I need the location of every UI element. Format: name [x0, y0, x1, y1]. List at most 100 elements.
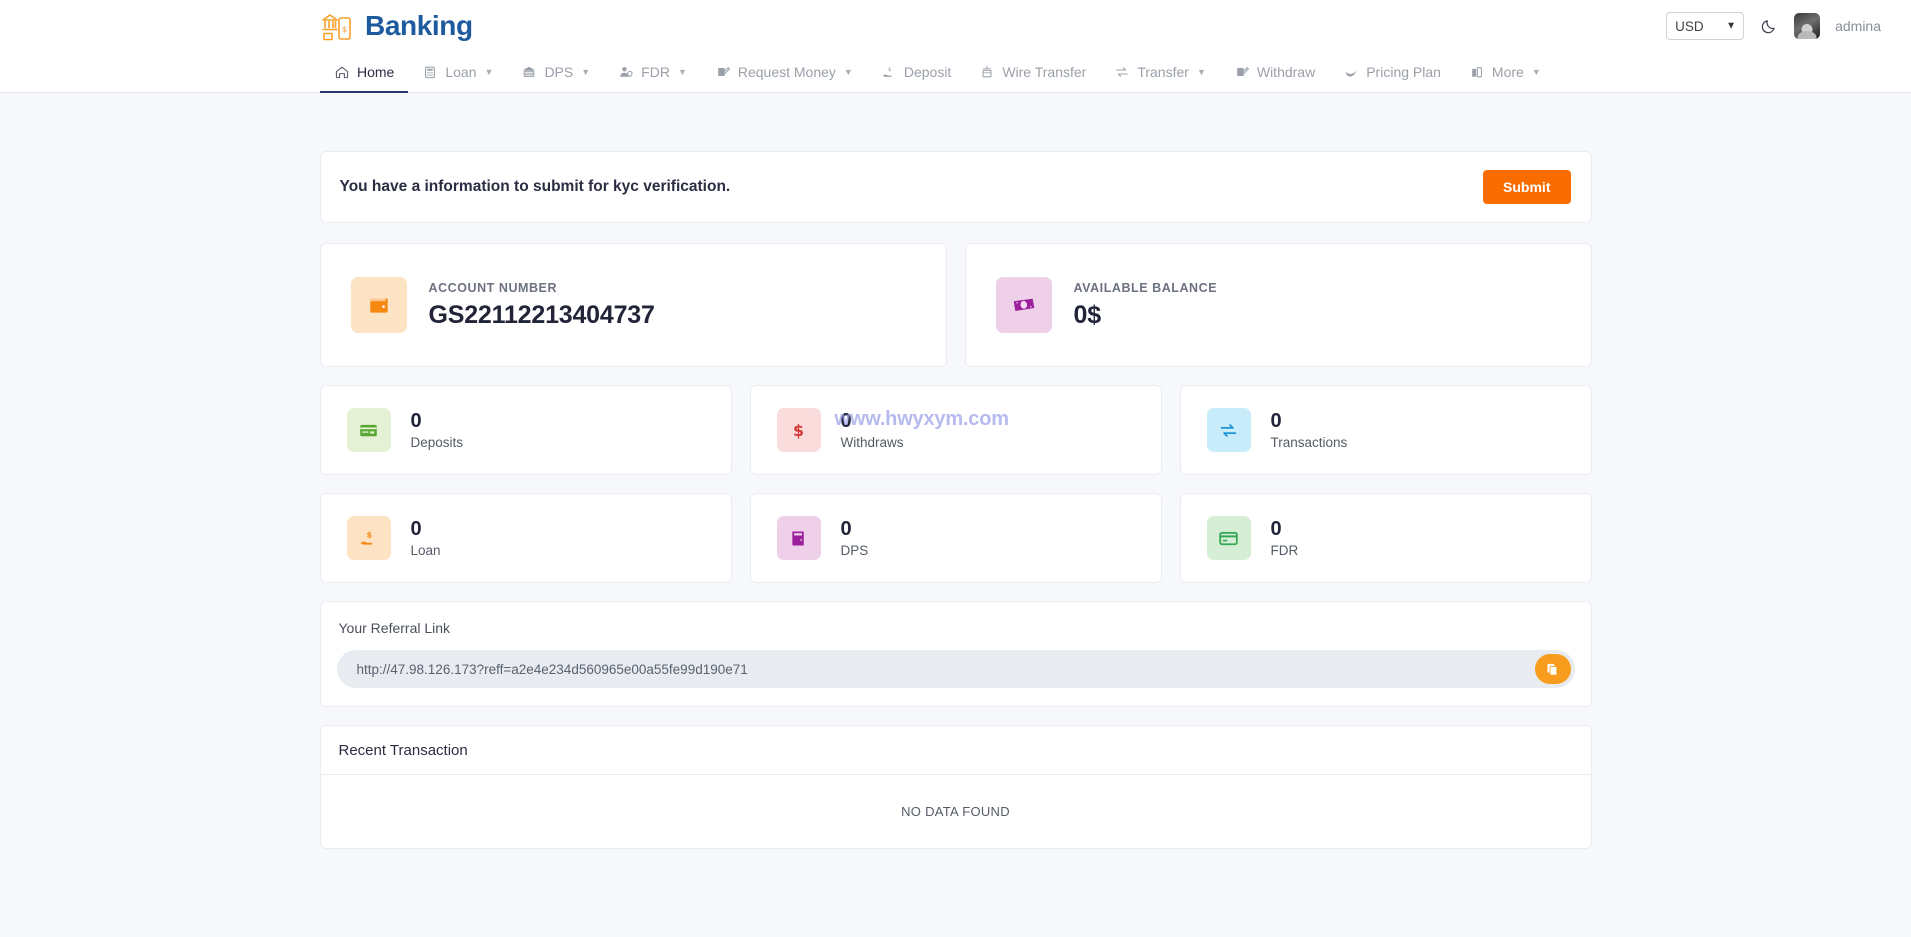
stat-value: 0: [1271, 519, 1299, 540]
available-balance-value: 0$: [1074, 301, 1218, 330]
request-money-icon: [715, 64, 731, 80]
header-right-controls: USD ▼ admina: [1666, 12, 1881, 40]
nav-item-deposit[interactable]: $ Deposit: [867, 52, 965, 92]
available-balance-card: AVAILABLE BALANCE 0$: [965, 243, 1592, 367]
nav-label: Request Money: [738, 64, 836, 80]
stat-value: 0: [411, 519, 441, 540]
nav-label: Deposit: [904, 64, 951, 80]
stats-row-two: $ 0 Loan 0: [320, 493, 1592, 583]
stat-text-group: 0 Deposits: [411, 411, 464, 450]
wallet-icon: [351, 277, 407, 333]
username-label: admina: [1835, 18, 1881, 34]
nav-item-dps[interactable]: DPS ▼: [507, 52, 604, 92]
account-number-label: ACCOUNT NUMBER: [429, 281, 655, 295]
stat-text-group: 0 FDR: [1271, 519, 1299, 558]
copy-icon: [1545, 662, 1560, 677]
kyc-notice-banner: You have a information to submit for kyc…: [320, 151, 1592, 223]
chevron-down-icon: ▼: [1532, 67, 1541, 77]
loan-calculator-icon: [422, 64, 438, 80]
nav-item-wire-transfer[interactable]: Wire Transfer: [965, 52, 1100, 92]
briefcase-icon: [1469, 64, 1485, 80]
credit-card-icon: [347, 408, 391, 452]
available-balance-label: AVAILABLE BALANCE: [1074, 281, 1218, 295]
kyc-message: You have a information to submit for kyc…: [340, 178, 731, 196]
brand-logo-area[interactable]: $ Banking: [320, 10, 473, 42]
nav-item-withdraw[interactable]: Withdraw: [1220, 52, 1329, 92]
kyc-submit-button[interactable]: Submit: [1483, 170, 1570, 204]
referral-title: Your Referral Link: [339, 620, 1575, 636]
book-bank-icon: [777, 516, 821, 560]
svg-text:$: $: [367, 530, 372, 539]
nav-label: DPS: [544, 64, 573, 80]
account-summary-row: ACCOUNT NUMBER GS22112213404737 AVAILABL…: [320, 243, 1592, 367]
stat-label: DPS: [841, 543, 869, 558]
currency-selector-wrap[interactable]: USD ▼: [1666, 12, 1744, 40]
nav-label: Transfer: [1137, 64, 1189, 80]
stat-label: FDR: [1271, 543, 1299, 558]
exchange-arrows-icon: [1207, 408, 1251, 452]
stat-text-group: 0 Transactions: [1271, 411, 1348, 450]
stat-value: 0: [841, 519, 869, 540]
copy-referral-button[interactable]: [1535, 654, 1571, 684]
stat-label: Loan: [411, 543, 441, 558]
home-icon: [334, 64, 350, 80]
main-content: You have a information to submit for kyc…: [0, 93, 1911, 849]
pricing-plan-icon: [1343, 64, 1359, 80]
nav-label: Home: [357, 64, 394, 80]
account-number-card: ACCOUNT NUMBER GS22112213404737: [320, 243, 947, 367]
recent-transaction-title: Recent Transaction: [321, 726, 1591, 775]
stat-label: Deposits: [411, 435, 464, 450]
recent-transaction-section: Recent Transaction NO DATA FOUND: [320, 725, 1592, 849]
wire-transfer-icon: [979, 64, 995, 80]
stat-value: 0: [411, 411, 464, 432]
referral-url-text: http://47.98.126.173?reff=a2e4e234d56096…: [357, 662, 748, 677]
stat-label: Transactions: [1271, 435, 1348, 450]
nav-item-fdr[interactable]: FDR ▼: [604, 52, 701, 92]
svg-text:$: $: [888, 67, 892, 73]
stat-card-fdr[interactable]: 0 FDR: [1180, 493, 1592, 583]
currency-select[interactable]: USD: [1666, 12, 1744, 40]
recent-transaction-empty-state: NO DATA FOUND: [321, 775, 1591, 848]
stat-text-group: 0 DPS: [841, 519, 869, 558]
brand-name: Banking: [365, 10, 473, 42]
stats-row-one: 0 Deposits $ 0 Withdraws www.hwyxym.com: [320, 385, 1592, 475]
chevron-down-icon: ▼: [678, 67, 687, 77]
bank-mobile-logo-icon: $: [320, 10, 356, 42]
stat-card-loan[interactable]: $ 0 Loan: [320, 493, 732, 583]
nav-item-transfer[interactable]: Transfer ▼: [1100, 52, 1220, 92]
stat-value: 0: [841, 411, 904, 432]
top-header-bar: $ Banking USD ▼ admina: [0, 0, 1911, 52]
stat-card-dps[interactable]: 0 DPS: [750, 493, 1162, 583]
hand-coin-icon: $: [881, 64, 897, 80]
stat-text-group: 0 Withdraws: [841, 411, 904, 450]
stat-card-transactions[interactable]: 0 Transactions: [1180, 385, 1592, 475]
nav-item-loan[interactable]: Loan ▼: [408, 52, 507, 92]
nav-item-request-money[interactable]: Request Money ▼: [701, 52, 867, 92]
stat-text-group: 0 Loan: [411, 519, 441, 558]
svg-text:$: $: [793, 421, 804, 440]
moon-icon[interactable]: [1759, 16, 1779, 36]
stat-card-withdraws[interactable]: $ 0 Withdraws www.hwyxym.com: [750, 385, 1162, 475]
money-note-icon: [996, 277, 1052, 333]
nav-label: Wire Transfer: [1002, 64, 1086, 80]
stat-value: 0: [1271, 411, 1348, 432]
avatar[interactable]: [1794, 13, 1820, 39]
user-shield-icon: [618, 64, 634, 80]
withdraw-icon: [1234, 64, 1250, 80]
main-navigation: Home Loan ▼ DPS ▼ FDR ▼: [0, 52, 1911, 93]
exchange-arrows-icon: [1114, 64, 1130, 80]
chevron-down-icon: ▼: [485, 67, 494, 77]
referral-link-field[interactable]: http://47.98.126.173?reff=a2e4e234d56096…: [337, 650, 1575, 688]
credit-card-icon: [1207, 516, 1251, 560]
nav-item-pricing-plan[interactable]: Pricing Plan: [1329, 52, 1455, 92]
nav-item-home[interactable]: Home: [320, 52, 408, 92]
chevron-down-icon: ▼: [844, 67, 853, 77]
chevron-down-icon: ▼: [1197, 67, 1206, 77]
nav-label: FDR: [641, 64, 670, 80]
nav-item-more[interactable]: More ▼: [1455, 52, 1555, 92]
svg-text:$: $: [342, 25, 347, 34]
bank-icon: [521, 64, 537, 80]
stat-card-deposits[interactable]: 0 Deposits: [320, 385, 732, 475]
nav-label: More: [1492, 64, 1524, 80]
chevron-down-icon: ▼: [581, 67, 590, 77]
